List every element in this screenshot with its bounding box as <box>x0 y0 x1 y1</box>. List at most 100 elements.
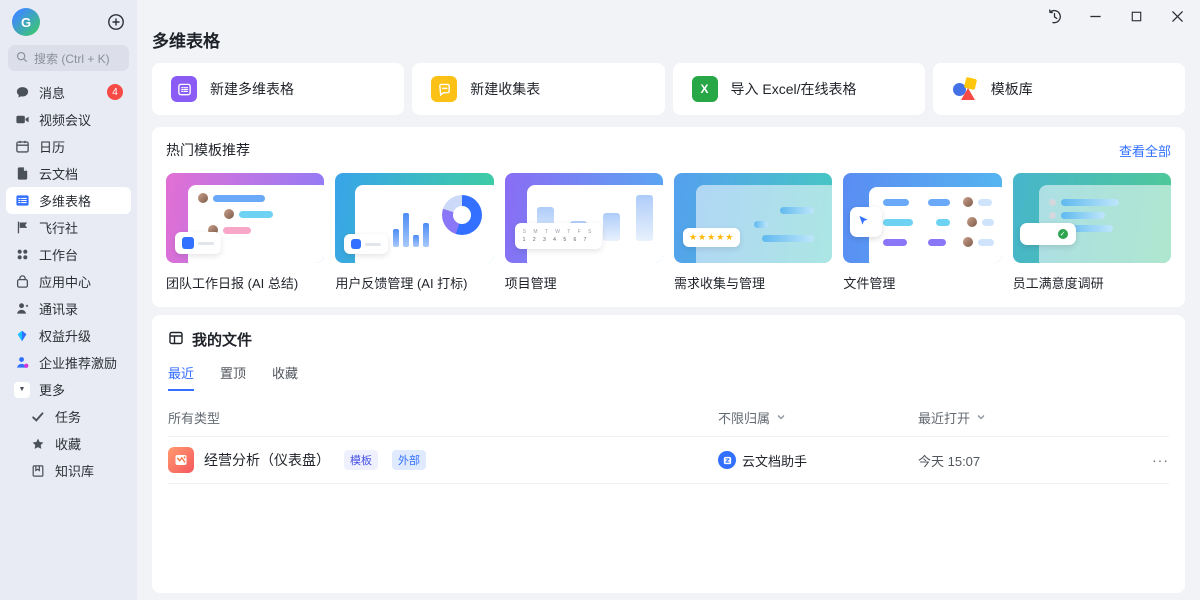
docs-icon <box>14 166 30 182</box>
community-flag-icon <box>14 220 30 236</box>
filter-owner[interactable]: 不限归属 <box>718 408 918 427</box>
contacts-icon <box>14 301 30 317</box>
file-name: 经营分析（仪表盘） <box>204 450 330 470</box>
sidebar-item-label: 知识库 <box>55 461 94 480</box>
action-cards: 新建多维表格 新建收集表 X 导入 Excel/在线表格 <box>152 63 1185 115</box>
template-label: 需求收集与管理 <box>674 273 832 292</box>
star-icon <box>30 436 46 452</box>
template-badge: 模板 <box>344 450 378 470</box>
sidebar-item-messages[interactable]: 消息 4 <box>6 79 131 106</box>
external-badge: 外部 <box>392 450 426 470</box>
sidebar-item-referral[interactable]: 企业推荐激励 <box>6 349 131 376</box>
template-card-feedback[interactable]: 用户反馈管理 (AI 打标) <box>335 173 493 292</box>
workbench-icon <box>14 247 30 263</box>
check-icon <box>30 409 46 425</box>
chat-icon <box>14 85 30 101</box>
template-card-daily-report[interactable]: 团队工作日报 (AI 总结) <box>166 173 324 292</box>
avatar[interactable]: G <box>12 8 40 36</box>
maximize-icon[interactable] <box>1128 8 1145 25</box>
template-thumbnail <box>335 173 493 263</box>
chevron-down-icon <box>976 410 986 425</box>
filter-sort[interactable]: 最近打开 <box>918 408 1133 427</box>
chevron-down-icon: ▼ <box>14 382 30 398</box>
action-label: 新建多维表格 <box>210 79 294 99</box>
tab-pinned[interactable]: 置顶 <box>220 363 246 391</box>
video-icon <box>14 112 30 128</box>
tab-recent[interactable]: 最近 <box>168 363 194 391</box>
sidebar-nav: 消息 4 视频会议 日历 <box>0 79 137 484</box>
tab-favorites[interactable]: 收藏 <box>272 363 298 391</box>
template-label: 员工满意度调研 <box>1013 273 1171 292</box>
view-all-link[interactable]: 查看全部 <box>1119 141 1171 160</box>
history-icon[interactable] <box>1046 8 1063 25</box>
template-label: 项目管理 <box>505 273 663 292</box>
my-files-tabs: 最近 置顶 收藏 <box>168 363 1169 391</box>
sidebar-item-label: 多维表格 <box>39 191 91 210</box>
thumbnail-illustration <box>869 187 1001 263</box>
files-filter-row: 所有类型 不限归属 最近打开 <box>168 399 1169 437</box>
check-circle-icon: ✓ <box>1058 229 1068 239</box>
sidebar-item-more[interactable]: ▼ 更多 <box>6 376 131 403</box>
plus-circle-icon[interactable] <box>107 13 125 31</box>
sidebar: G 搜索 (Ctrl + K) 消息 4 <box>0 0 137 600</box>
sidebar-item-video-meeting[interactable]: 视频会议 <box>6 106 131 133</box>
sidebar-item-label: 视频会议 <box>39 110 91 129</box>
action-label: 导入 Excel/在线表格 <box>731 79 857 99</box>
search-icon <box>16 51 28 66</box>
filter-type[interactable]: 所有类型 <box>168 408 220 427</box>
action-label: 新建收集表 <box>470 79 540 99</box>
sidebar-item-calendar[interactable]: 日历 <box>6 133 131 160</box>
template-thumbnail: ★★★★★ <box>674 173 832 263</box>
sidebar-item-workbench[interactable]: 工作台 <box>6 241 131 268</box>
template-card-file-management[interactable]: 文件管理 <box>843 173 1001 292</box>
file-row[interactable]: 经营分析（仪表盘） 模板 外部 云文档助手 今天 15:07 <box>168 437 1169 484</box>
sidebar-item-label: 企业推荐激励 <box>39 353 117 372</box>
templates-title: 热门模板推荐 <box>166 140 250 160</box>
template-label: 用户反馈管理 (AI 打标) <box>335 273 493 292</box>
owner-name: 云文档助手 <box>742 451 807 470</box>
sidebar-item-tasks[interactable]: 任务 <box>6 403 131 430</box>
referral-person-icon <box>14 355 30 371</box>
sidebar-item-docs[interactable]: 云文档 <box>6 160 131 187</box>
template-card-project[interactable]: S M T W T F S 1 2 3 4 5 6 7 项目管理 <box>505 173 663 292</box>
template-thumbnail <box>843 173 1001 263</box>
upgrade-gem-icon <box>14 328 30 344</box>
close-icon[interactable] <box>1169 8 1186 25</box>
sidebar-item-label: 任务 <box>55 407 81 426</box>
sidebar-item-community[interactable]: 飞行社 <box>6 214 131 241</box>
stars-rating: ★★★★★ <box>683 228 740 247</box>
my-files-panel: 我的文件 最近 置顶 收藏 所有类型 不限归属 最近打开 <box>152 315 1185 593</box>
dashboard-file-icon <box>168 447 194 473</box>
excel-icon: X <box>692 76 718 102</box>
unread-badge: 4 <box>107 84 123 100</box>
hot-templates-panel: 热门模板推荐 查看全部 团队工作日报 (AI 总结) <box>152 127 1185 307</box>
sidebar-item-label: 应用中心 <box>39 272 91 291</box>
bitable-icon <box>14 193 30 209</box>
sidebar-item-contacts[interactable]: 通讯录 <box>6 295 131 322</box>
import-excel-button[interactable]: X 导入 Excel/在线表格 <box>673 63 925 115</box>
template-thumbnail: S M T W T F S 1 2 3 4 5 6 7 <box>505 173 663 263</box>
action-label: 模板库 <box>991 79 1033 99</box>
sidebar-item-wiki[interactable]: 知识库 <box>6 457 131 484</box>
search-placeholder: 搜索 (Ctrl + K) <box>34 50 110 67</box>
minimize-icon[interactable] <box>1087 8 1104 25</box>
sidebar-item-label: 工作台 <box>39 245 78 264</box>
template-library-button[interactable]: 模板库 <box>933 63 1185 115</box>
template-card-requirements[interactable]: ★★★★★ 需求收集与管理 <box>674 173 832 292</box>
row-more-button[interactable]: ··· <box>1152 452 1169 468</box>
grid-table-icon <box>168 330 184 350</box>
sidebar-item-label: 云文档 <box>39 164 78 183</box>
sidebar-item-label: 飞行社 <box>39 218 78 237</box>
new-form-button[interactable]: 新建收集表 <box>412 63 664 115</box>
sidebar-item-bitable[interactable]: 多维表格 <box>6 187 131 214</box>
app-window: G 搜索 (Ctrl + K) 消息 4 <box>0 0 1200 600</box>
template-thumbnail: ✓ <box>1013 173 1171 263</box>
page-title: 多维表格 <box>152 0 1185 52</box>
template-card-survey[interactable]: ✓ 员工满意度调研 <box>1013 173 1171 292</box>
sidebar-item-upgrade[interactable]: 权益升级 <box>6 322 131 349</box>
sidebar-item-app-center[interactable]: 应用中心 <box>6 268 131 295</box>
search-input[interactable]: 搜索 (Ctrl + K) <box>8 45 129 71</box>
sidebar-item-favorites[interactable]: 收藏 <box>6 430 131 457</box>
sidebar-item-label: 收藏 <box>55 434 81 453</box>
new-bitable-button[interactable]: 新建多维表格 <box>152 63 404 115</box>
